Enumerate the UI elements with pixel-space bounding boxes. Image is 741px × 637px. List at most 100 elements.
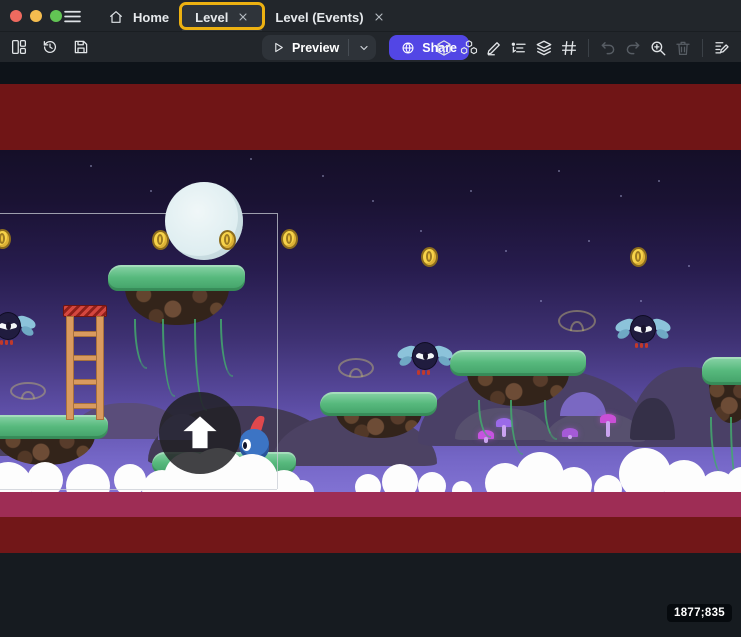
bat-pupil [423,352,428,360]
objects-button[interactable] [435,39,453,57]
undo-button[interactable] [599,39,617,57]
tab-label: Home [133,10,169,25]
jump-control-button[interactable] [159,392,241,474]
zoom-in-button[interactable] [649,39,667,57]
cave-outline-decor [338,358,374,378]
grid-button[interactable] [560,39,578,57]
scene-foreground-band [0,517,741,553]
edit-button[interactable] [485,39,503,57]
coin-slot [286,233,292,244]
star [150,190,152,192]
mushroom-stem [606,421,610,437]
up-arrow-icon [182,416,218,448]
app-window: HomeLevelLevel (Events) Preview Share 18… [0,0,741,637]
cave-outline-decor [558,310,596,332]
toolbar-divider [702,39,703,57]
coin-instance[interactable] [219,230,236,250]
scene-editor-canvas[interactable]: 1877;835 [0,62,741,637]
tab-label: Level [195,10,228,25]
tab-level[interactable]: Level [182,3,262,31]
platform-grass [320,392,437,416]
bat-feet [645,343,648,348]
edit-scene-button[interactable] [713,39,731,57]
bat-feet [0,340,3,345]
mushroom-decor [562,428,578,440]
bat-feet [5,340,8,345]
trash-button[interactable] [674,39,692,57]
platform-instance[interactable] [0,415,108,469]
cursor-coordinates: 1877;835 [667,604,732,622]
cave-outline-decor [10,382,46,400]
mushroom-decor [600,414,616,438]
mushroom-decor [496,418,512,438]
star [658,180,660,182]
ladder-rung [73,403,97,409]
camera-border-bottom [0,489,277,490]
cave-outline-arc [570,321,585,331]
play-icon [272,41,285,54]
layers-button[interactable] [535,39,553,57]
star [558,170,560,172]
menu-icon[interactable] [62,6,83,27]
tab-home[interactable]: Home [95,3,182,31]
coin-instance[interactable] [630,247,647,267]
star [420,230,422,232]
star [505,250,507,252]
coin-slot [157,234,163,245]
ladder-rung [73,355,97,361]
platform-instance[interactable] [450,350,586,410]
bat-enemy-instance[interactable] [615,312,671,350]
tab-label: Level (Events) [275,10,363,25]
traffic-light-minimize[interactable] [30,10,42,22]
star [588,240,590,242]
coin-instance[interactable] [421,247,438,267]
instances-button[interactable] [510,39,528,57]
panels-button[interactable] [10,38,28,56]
globe-icon [401,41,415,55]
star [322,175,324,177]
toolbar-divider [588,39,589,57]
coin-slot [426,251,432,262]
player-pupil [243,442,247,449]
scene-foreground-band [0,553,741,637]
traffic-light-maximize[interactable] [50,10,62,22]
toolbar-left-group [10,38,90,56]
preview-button[interactable]: Preview [262,35,376,60]
bat-enemy-instance[interactable] [397,339,453,377]
platform-grass [702,357,741,385]
titlebar: Home Level Level (Events) [0,0,741,31]
button-divider [348,39,349,56]
redo-button[interactable] [624,39,642,57]
coin-slot [0,233,5,244]
scene-background-band [0,62,741,84]
save-button[interactable] [72,38,90,56]
bat-feet [422,370,425,375]
scene-background-band [0,84,741,150]
tab-bar: Home Level Level (Events) [95,0,398,31]
star [540,300,542,302]
chevron-down-icon[interactable] [358,42,370,54]
tab-close-icon[interactable] [237,11,249,23]
platform-grass [450,350,586,376]
bat-feet [427,370,430,375]
star [640,300,642,302]
tab-close-icon[interactable] [373,11,385,23]
star [470,190,472,192]
mushroom-stem [502,425,506,437]
history-button[interactable] [41,38,59,56]
star [372,200,374,202]
cave-outline-arc [349,368,363,377]
coin-instance[interactable] [152,230,169,250]
platform-instance[interactable] [108,265,245,329]
tab-level-events[interactable]: Level (Events) [262,3,397,31]
preview-button-label: Preview [292,41,339,55]
bat-pupil [641,325,646,333]
ladder-rung [73,379,97,385]
platform-instance[interactable] [702,357,741,427]
platform-instance[interactable] [320,392,437,442]
bat-enemy-instance[interactable] [0,309,36,347]
ladder-instance[interactable] [63,305,107,420]
traffic-light-close[interactable] [10,10,22,22]
coin-instance[interactable] [281,229,298,249]
object-groups-button[interactable] [460,39,478,57]
